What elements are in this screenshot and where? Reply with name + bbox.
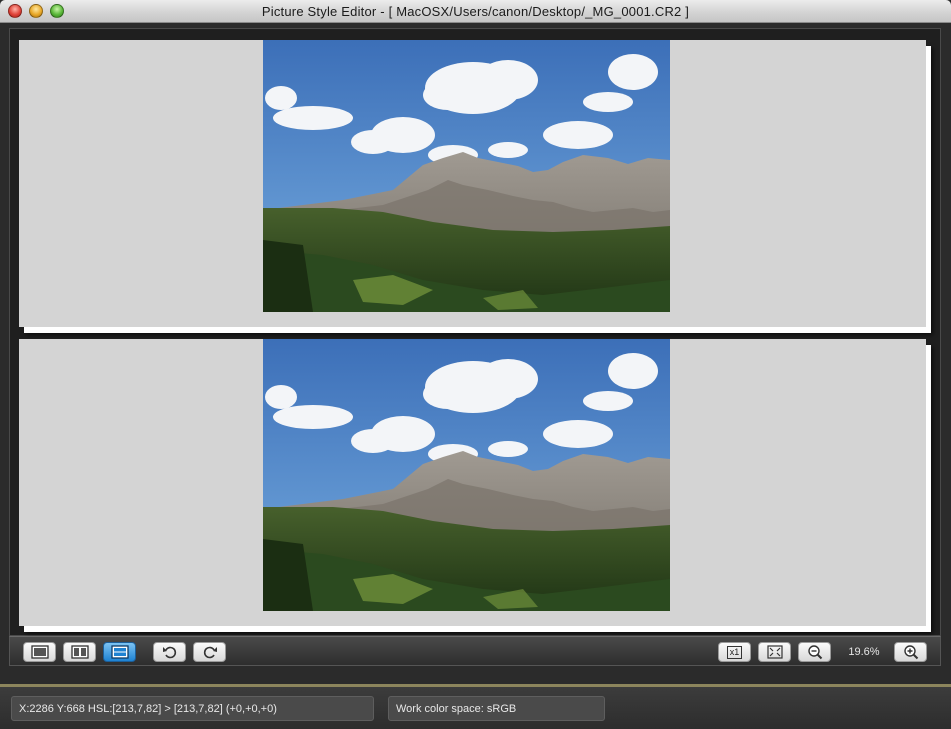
fit-to-window-button[interactable]	[758, 642, 791, 662]
color-space-field: Work color space: sRGB	[388, 696, 605, 721]
top-bottom-view-button[interactable]	[103, 642, 136, 662]
preview-image-after[interactable]	[263, 339, 670, 611]
cursor-info-field: X:2286 Y:668 HSL:[213,7,82] > [213,7,82]…	[11, 696, 374, 721]
view-toolbar: x1 19.6%	[9, 636, 941, 666]
zoom-level: 19.6%	[848, 646, 880, 658]
bottom-preview-panel	[19, 339, 926, 626]
fit-to-window-icon	[766, 645, 783, 659]
actual-size-icon: x1	[726, 645, 743, 659]
zoom-out-button[interactable]	[798, 642, 831, 662]
landscape-photo	[263, 339, 670, 611]
landscape-photo	[263, 40, 670, 312]
side-by-side-view-icon	[70, 645, 89, 659]
single-view-icon	[30, 645, 49, 659]
side-by-side-view-button[interactable]	[63, 642, 96, 662]
zoom-in-button[interactable]	[894, 642, 927, 662]
zoom-out-icon	[807, 645, 822, 660]
top-preview-panel	[19, 40, 926, 327]
window-title: Picture Style Editor - [ MacOSX/Users/ca…	[261, 4, 690, 19]
top-bottom-view-icon	[110, 645, 129, 659]
zoom-in-icon	[903, 645, 918, 660]
rotate-right-icon	[203, 646, 217, 659]
image-viewer	[9, 28, 941, 636]
status-bar: X:2286 Y:668 HSL:[213,7,82] > [213,7,82]…	[0, 687, 951, 729]
title-bar: Picture Style Editor - [ MacOSX/Users/ca…	[0, 0, 951, 23]
rotate-left-button[interactable]	[153, 642, 186, 662]
rotate-left-icon	[162, 646, 176, 659]
rotate-right-button[interactable]	[193, 642, 226, 662]
actual-size-button[interactable]: x1	[718, 642, 751, 662]
single-view-button[interactable]	[23, 642, 56, 662]
preview-image-before[interactable]	[263, 40, 670, 312]
